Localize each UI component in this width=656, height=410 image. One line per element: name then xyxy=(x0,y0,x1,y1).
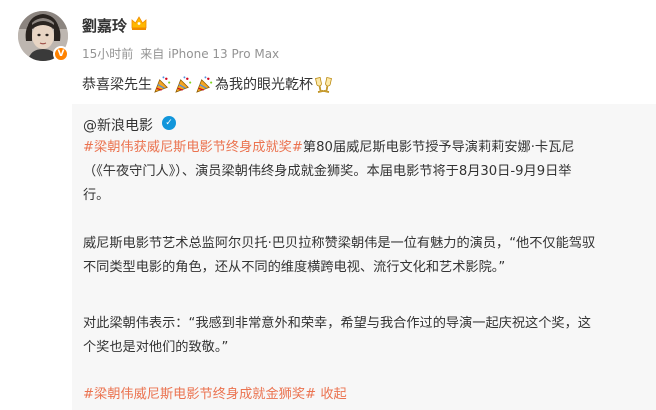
repost-paragraph-1-line-2: （《午夜守门人》）、演员梁朝伟终身成就金狮奖。本届电影节将于8月30日-9月9日… xyxy=(83,164,572,179)
post-text-before: 恭喜梁先生 xyxy=(82,77,152,93)
repost-card[interactable]: @新浪电影 ✓ #梁朝伟获威尼斯电影节终身成就奖#第80届威尼斯电影节授予导演莉… xyxy=(72,104,656,410)
post-source: 来自 iPhone 13 Pro Max xyxy=(140,47,280,61)
party-popper-icon xyxy=(196,75,213,93)
repost-paragraph-3-line-2: 个奖也是对他们的致敬。” xyxy=(83,340,229,355)
user-name[interactable]: 劉嘉玲 xyxy=(82,15,127,36)
verified-badge-icon: V xyxy=(53,46,69,62)
blue-verified-icon: ✓ xyxy=(162,116,176,130)
repost-text: 第80届威尼斯电影节授予导演莉莉安娜·卡瓦尼 xyxy=(302,140,575,155)
avatar-container[interactable]: V xyxy=(18,11,69,62)
party-popper-icon xyxy=(175,75,192,93)
repost-paragraph-2-line-2: 不同类型电影的角色，还从不同的维度横跨电视、流行文化和艺术影院。” xyxy=(83,260,506,275)
footer-hashtag-link[interactable]: #梁朝伟威尼斯电影节终身成就金狮奖# xyxy=(83,387,316,402)
repost-author[interactable]: @新浪电影 xyxy=(83,115,153,135)
post-text: 恭喜梁先生 為我的眼光乾杯 xyxy=(82,74,334,94)
repost-paragraph-3-line-1: 对此梁朝伟表示：“我感到非常意外和荣幸，希望与我合作过的导演一起庆祝这个奖，这 xyxy=(83,316,591,331)
collapse-link[interactable]: 收起 xyxy=(320,387,346,402)
repost-footer: #梁朝伟威尼斯电影节终身成就金狮奖# 收起 xyxy=(83,383,651,407)
clinking-glasses-icon xyxy=(315,76,332,93)
repost-paragraph-1-line-1: #梁朝伟获威尼斯电影节终身成就奖#第80届威尼斯电影节授予导演莉莉安娜·卡瓦尼 xyxy=(83,136,651,160)
party-popper-icon xyxy=(154,75,171,93)
hashtag-link[interactable]: #梁朝伟获威尼斯电影节终身成就奖# xyxy=(83,140,303,155)
repost-paragraph-2-line-1: 威尼斯电影节艺术总监阿尔贝托·巴贝拉称赞梁朝伟是一位有魅力的演员，“他不仅能驾驭 xyxy=(83,236,596,251)
post-text-after: 為我的眼光乾杯 xyxy=(215,77,313,93)
repost-paragraph-1-line-3: 行。 xyxy=(83,188,110,203)
weibo-post: V 劉嘉玲 15小时前 来自 iPhone 13 Pro Max 恭喜梁先生 為… xyxy=(0,0,656,410)
post-time[interactable]: 15小时前 xyxy=(82,47,133,61)
repost-paragraph-2: 威尼斯电影节艺术总监阿尔贝托·巴贝拉称赞梁朝伟是一位有魅力的演员，“他不仅能驾驭… xyxy=(83,232,651,280)
repost-paragraph-1: #梁朝伟获威尼斯电影节终身成就奖#第80届威尼斯电影节授予导演莉莉安娜·卡瓦尼 … xyxy=(83,136,651,208)
repost-paragraph-3: 对此梁朝伟表示：“我感到非常意外和荣幸，希望与我合作过的导演一起庆祝这个奖，这 … xyxy=(83,312,651,360)
post-meta: 15小时前 来自 iPhone 13 Pro Max xyxy=(82,45,279,62)
crown-icon xyxy=(131,16,147,30)
